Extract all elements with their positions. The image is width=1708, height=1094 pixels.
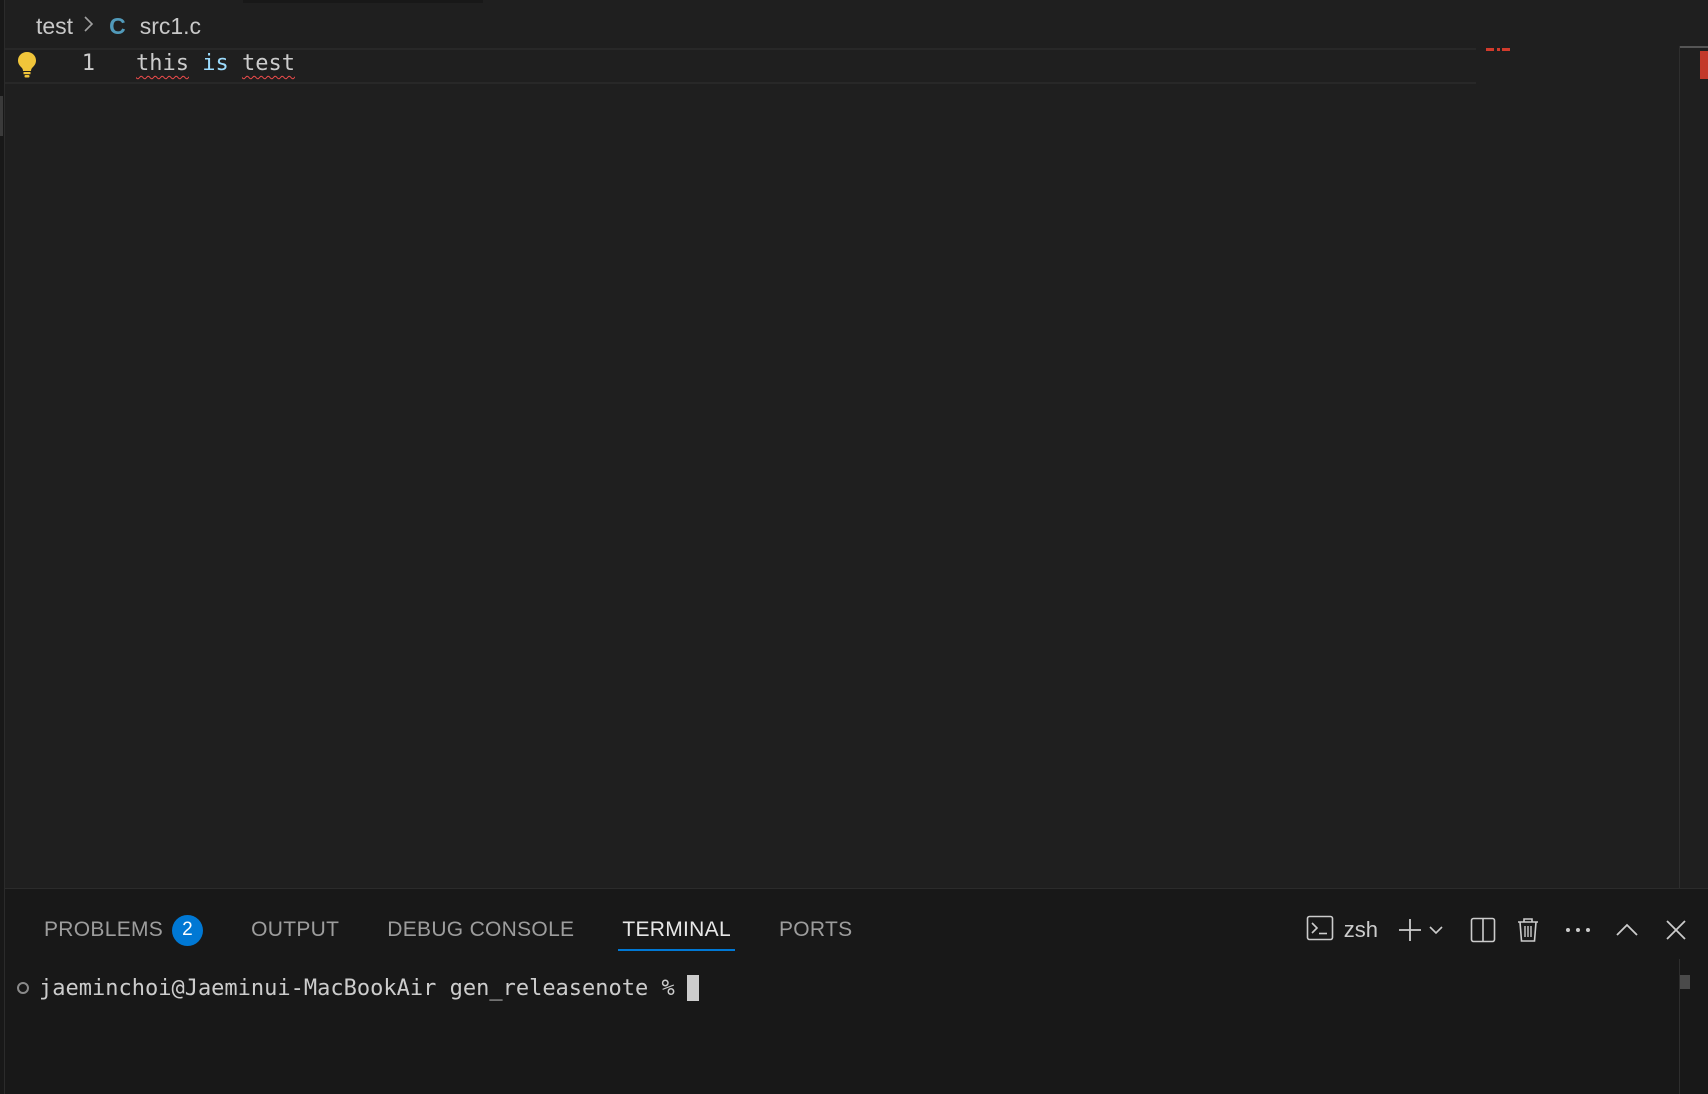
terminal-prompt: jaeminchoi@Jaeminui-MacBookAir gen_relea… <box>39 975 675 1001</box>
terminal-shell-selector[interactable]: zsh <box>1306 914 1378 947</box>
tab-label: TERMINAL <box>622 918 731 941</box>
more-icon[interactable] <box>1564 916 1592 944</box>
terminal-prompt-line[interactable]: jaeminchoi@Jaeminui-MacBookAir gen_relea… <box>17 975 699 1001</box>
chevron-down-icon[interactable] <box>1428 916 1444 944</box>
trash-icon[interactable] <box>1516 916 1540 944</box>
breadcrumb-folder[interactable]: test <box>36 13 73 40</box>
breadcrumb: test C src1.c <box>36 10 201 42</box>
code-token: this <box>136 51 189 76</box>
code-line[interactable]: this is test <box>136 51 295 76</box>
tab-label: OUTPUT <box>251 918 340 941</box>
minimap-error-mark <box>1486 48 1510 51</box>
vscode-window: test C src1.c 1 this is test PROBLEMS 2 … <box>0 0 1708 1094</box>
c-file-icon: C <box>109 12 126 39</box>
terminal-cursor <box>686 975 699 1001</box>
tab-debug-console[interactable]: DEBUG CONSOLE <box>387 911 574 949</box>
tab-ports[interactable]: PORTS <box>779 911 852 949</box>
tab-terminal[interactable]: TERMINAL <box>618 911 735 951</box>
split-icon[interactable] <box>1470 916 1496 944</box>
left-border-mark <box>0 96 3 136</box>
scrollbar-top-mark <box>1680 46 1708 48</box>
plus-icon[interactable] <box>1396 916 1424 944</box>
line-number: 1 <box>81 51 95 76</box>
editor-area[interactable]: 1 this is test <box>5 46 1680 888</box>
terminal-icon <box>1306 914 1334 947</box>
tab-output[interactable]: OUTPUT <box>251 911 339 949</box>
breadcrumb-file[interactable]: src1.c <box>140 13 201 40</box>
editor-scrollbar[interactable] <box>1679 46 1708 888</box>
bottom-panel: PROBLEMS 2 OUTPUT DEBUG CONSOLE TERMINAL… <box>5 888 1708 1094</box>
overview-error-mark <box>1700 51 1708 79</box>
tab-label: PROBLEMS <box>44 918 164 941</box>
chevron-up-icon[interactable] <box>1614 916 1640 944</box>
shell-name: zsh <box>1343 917 1378 942</box>
tab-problems[interactable]: PROBLEMS 2 <box>44 911 204 949</box>
chevron-right-icon <box>83 13 95 39</box>
tab-label: PORTS <box>778 918 853 941</box>
close-icon[interactable] <box>1664 916 1688 944</box>
active-tab-edge <box>243 0 483 3</box>
tab-label: DEBUG CONSOLE <box>387 918 575 941</box>
terminal-scrollbar[interactable] <box>1680 975 1690 989</box>
panel-tabs: PROBLEMS 2 OUTPUT DEBUG CONSOLE TERMINAL… <box>44 911 900 951</box>
code-token: test <box>241 51 295 76</box>
command-status-icon <box>17 982 29 994</box>
lightbulb-icon[interactable] <box>13 50 41 80</box>
panel-actions: zsh <box>1306 911 1688 949</box>
code-token: is <box>202 51 229 76</box>
problems-count-badge: 2 <box>172 914 204 946</box>
